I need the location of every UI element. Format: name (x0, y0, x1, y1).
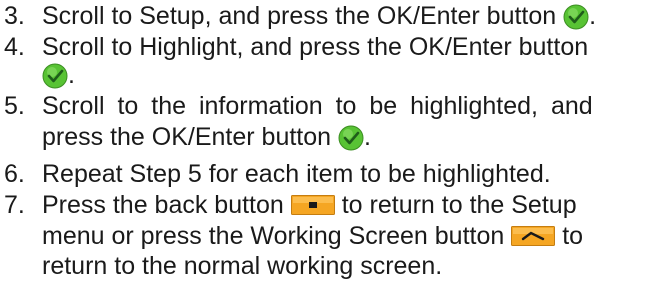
step-number: 5. (4, 92, 25, 120)
step-text: Scroll to the information to be highligh… (42, 92, 593, 120)
step-number: 7. (4, 191, 25, 219)
step-text-continuation: press the OK/Enter button . (42, 123, 371, 151)
step-text: Scroll to Setup, and press the OK/Enter … (42, 2, 597, 30)
step-text-continuation: return to the normal working screen. (42, 252, 443, 280)
ok-enter-button-icon (42, 63, 68, 89)
working-screen-button-icon (511, 226, 556, 246)
step-number: 6. (4, 160, 25, 188)
ok-enter-button-icon (338, 125, 364, 151)
step-text: Scroll to Highlight, and press the OK/En… (42, 33, 589, 61)
step-text-continuation: . (42, 61, 75, 90)
step-number: 4. (4, 33, 25, 61)
back-button-icon (290, 195, 335, 215)
step-text: Repeat Step 5 for each item to be highli… (42, 160, 551, 188)
step-text-continuation: menu or press the Working Screen button … (42, 222, 584, 250)
instruction-list: 3. Scroll to Setup, and press the OK/Ent… (0, 0, 664, 291)
step-number: 3. (4, 2, 25, 30)
ok-enter-button-icon (563, 4, 589, 30)
step-text: Press the back button to return to the S… (42, 191, 577, 219)
